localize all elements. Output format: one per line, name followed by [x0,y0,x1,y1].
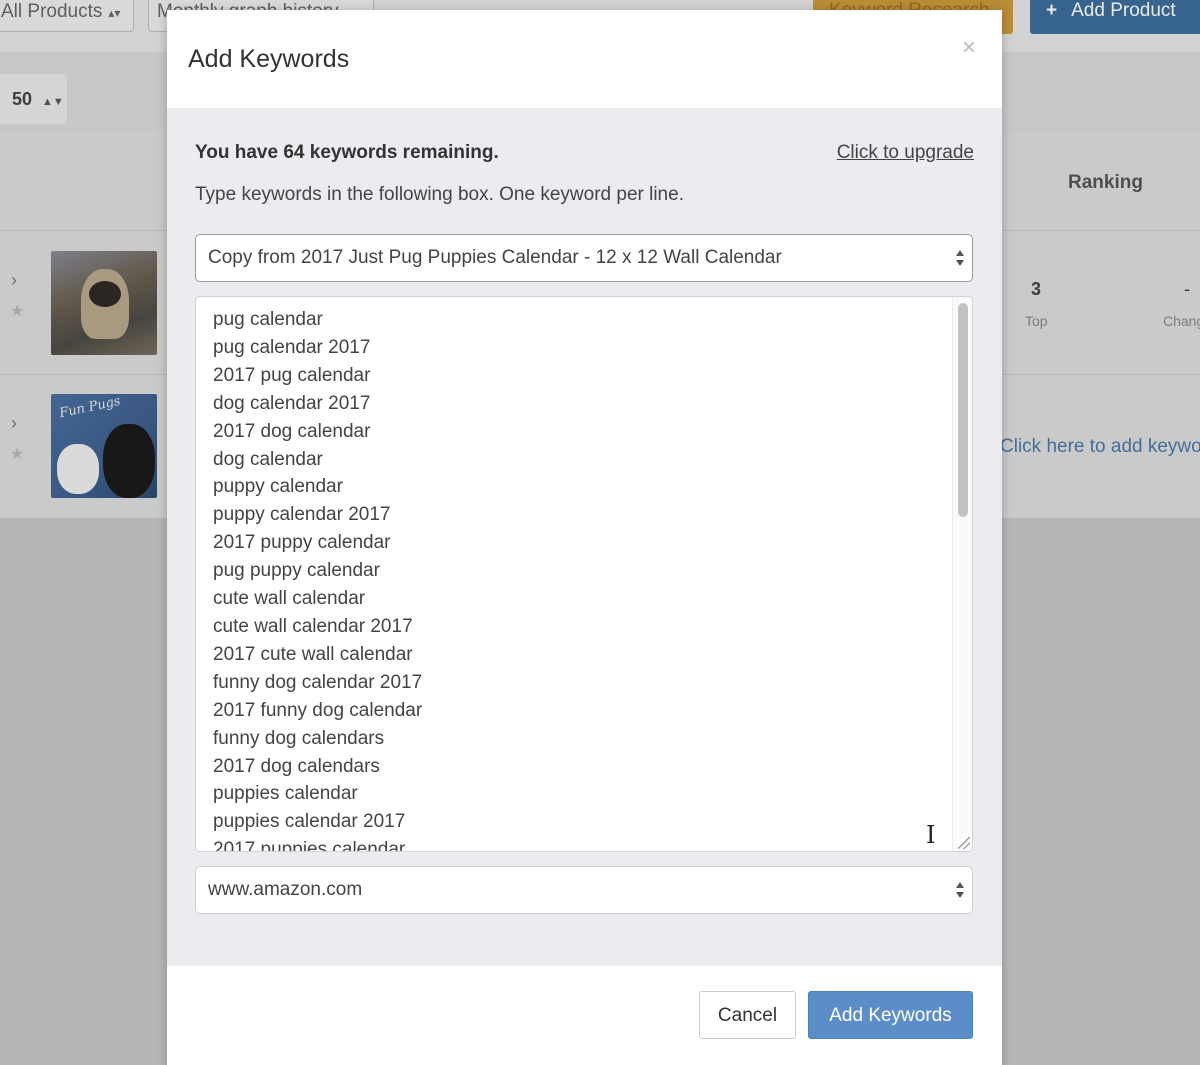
upgrade-link[interactable]: Click to upgrade [837,142,974,164]
modal-title: Add Keywords [188,45,350,73]
keyword-line: funny dog calendars [213,727,385,749]
cancel-button[interactable]: Cancel [699,991,796,1039]
keyword-line: puppy calendar 2017 [213,504,391,526]
keyword-lines: pug calendar pug calendar 2017 2017 pug ca… [213,306,423,852]
keyword-line: 2017 dog calendar [213,420,371,442]
modal-body: You have 64 keywords remaining. Click to… [167,108,1002,966]
keyword-line: 2017 pug calendar [213,364,371,386]
keyword-line: dog calendar 2017 [213,392,371,414]
select-arrows-icon [955,247,965,269]
keywords-textarea[interactable]: pug calendar pug calendar 2017 2017 pug ca… [195,296,973,852]
keyword-line: 2017 funny dog calendar [213,699,423,721]
close-icon[interactable]: × [962,34,976,62]
copy-from-select[interactable]: Copy from 2017 Just Pug Puppies Calendar… [195,234,973,282]
keyword-line: puppy calendar [213,476,343,498]
keyword-line: pug calendar 2017 [213,336,371,358]
copy-from-value: Copy from 2017 Just Pug Puppies Calendar… [208,247,782,268]
keyword-line: dog calendar [213,448,323,470]
marketplace-value: www.amazon.com [208,879,363,900]
keyword-line: cute wall calendar [213,588,366,610]
keywords-remaining-text: You have 64 keywords remaining. [195,142,499,163]
keyword-line: 2017 puppies calendar [213,839,406,852]
text-cursor-icon: I [926,821,936,849]
instructions-text: Type keywords in the following box. One … [195,184,684,205]
textarea-scrollbar[interactable] [952,297,972,851]
keyword-line: pug puppy calendar [213,560,380,582]
keyword-line: puppies calendar 2017 [213,811,406,833]
keyword-line: 2017 cute wall calendar [213,643,413,665]
select-arrows-icon [955,879,965,901]
add-keywords-modal: Add Keywords × You have 64 keywords rema… [167,10,1002,1065]
keyword-line: pug calendar [213,309,323,330]
scrollbar-thumb[interactable] [958,303,968,517]
modal-header: Add Keywords × [167,10,1002,108]
modal-footer: Cancel Add Keywords [167,966,1002,1065]
keyword-line: 2017 dog calendars [213,755,380,777]
keyword-line: cute wall calendar 2017 [213,615,413,637]
resize-handle-icon[interactable] [958,837,970,849]
marketplace-select[interactable]: www.amazon.com [195,866,973,914]
keyword-line: funny dog calendar 2017 [213,671,423,693]
keyword-line: puppies calendar [213,783,358,805]
add-keywords-button[interactable]: Add Keywords [808,991,973,1039]
keyword-line: 2017 puppy calendar [213,532,391,554]
